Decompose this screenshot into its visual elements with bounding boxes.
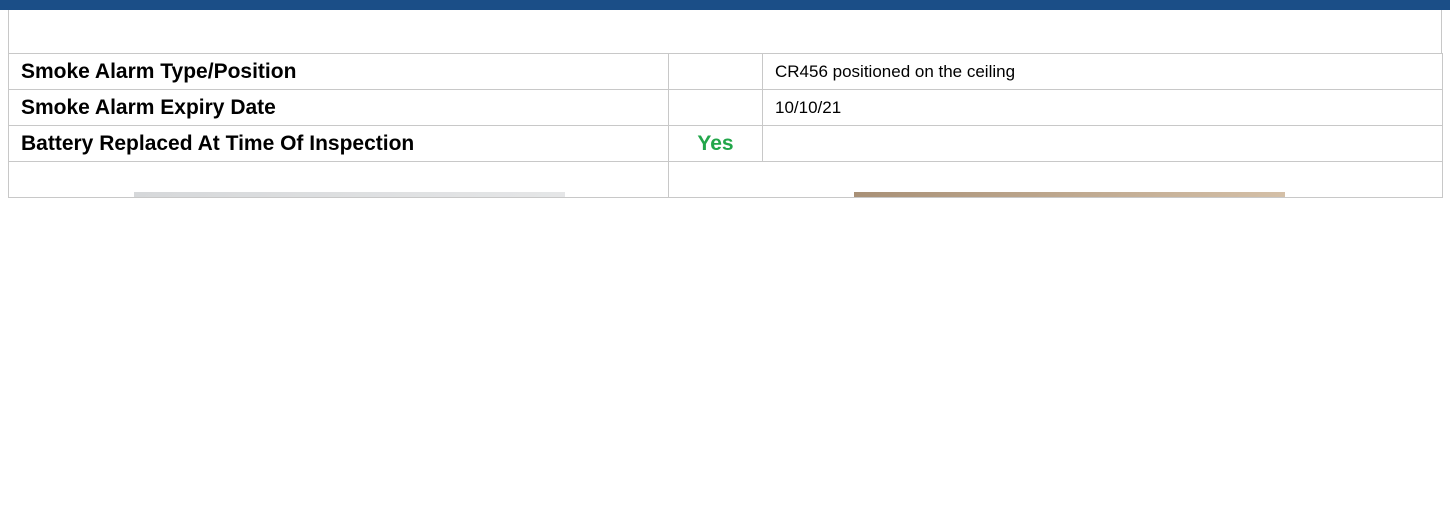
inspection-report-page: Smoke Alarm Type/Position CR456 position… — [0, 0, 1450, 527]
photo-row — [8, 161, 1443, 198]
expiry-date-value: 10/10/21 — [762, 89, 1443, 126]
alarm-type-status — [668, 53, 763, 90]
table-row: Smoke Alarm Type/Position CR456 position… — [8, 53, 1443, 90]
photo-cell-right — [668, 161, 1443, 198]
expiry-date-status — [668, 89, 763, 126]
smoke-alarm-photo-right — [854, 192, 1285, 197]
battery-replaced-label: Battery Replaced At Time Of Inspection — [8, 125, 669, 162]
header-bar — [0, 0, 1450, 10]
battery-replaced-value — [762, 125, 1443, 162]
smoke-alarm-table: Smoke Alarm Type/Position CR456 position… — [8, 53, 1443, 198]
smoke-alarm-photo-left — [134, 192, 565, 197]
table-row: Battery Replaced At Time Of Inspection Y… — [8, 125, 1443, 162]
empty-header-row — [8, 10, 1442, 53]
photo-cell-left — [8, 161, 669, 198]
alarm-type-value: CR456 positioned on the ceiling — [762, 53, 1443, 90]
table-row: Smoke Alarm Expiry Date 10/10/21 — [8, 89, 1443, 126]
battery-replaced-status: Yes — [668, 125, 763, 162]
alarm-type-label: Smoke Alarm Type/Position — [8, 53, 669, 90]
expiry-date-label: Smoke Alarm Expiry Date — [8, 89, 669, 126]
